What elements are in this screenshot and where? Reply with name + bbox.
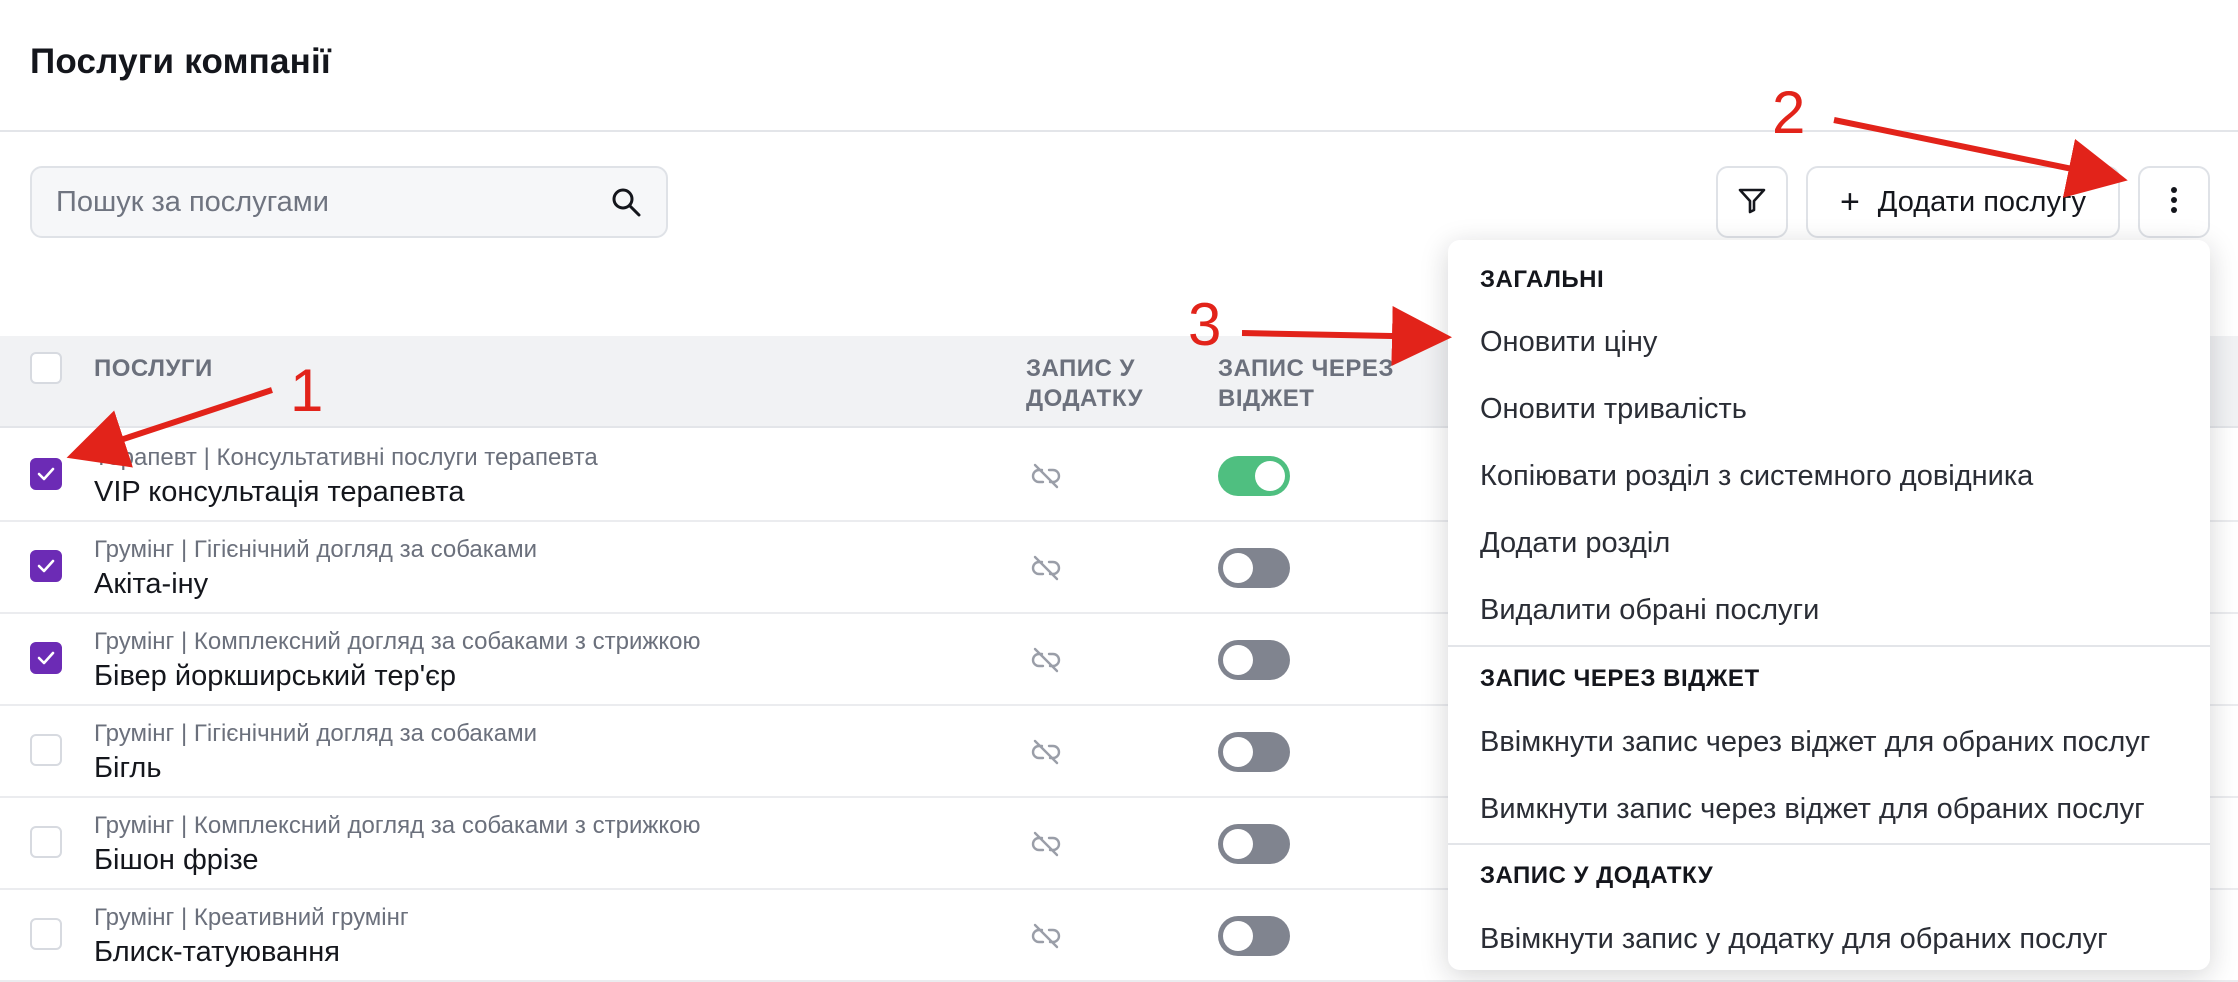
annotation-arrow-3 xyxy=(1241,306,1452,367)
annotation-label-1: 1 xyxy=(290,357,324,424)
annotation-label-2: 2 xyxy=(1772,79,1806,146)
annotation-arrow-2 xyxy=(1833,117,2128,198)
annotation-arrows xyxy=(66,117,2128,468)
annotation-arrow-1 xyxy=(66,387,273,468)
annotation-label-3: 3 xyxy=(1188,291,1222,358)
